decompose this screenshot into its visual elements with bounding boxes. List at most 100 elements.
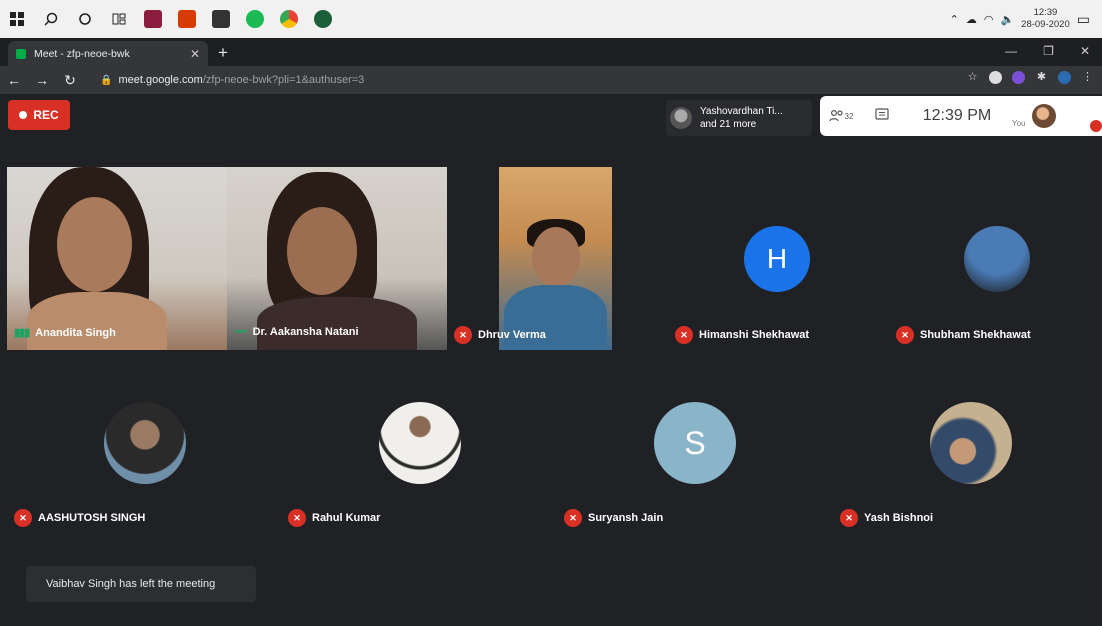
- back-icon[interactable]: ←: [0, 72, 28, 88]
- participant-avatar[interactable]: [379, 402, 461, 484]
- window-close-icon[interactable]: ✕: [1080, 44, 1090, 58]
- browser-toolbar: ← → ↻ 🔒 meet.google.com/zfp-neoe-bwk?pli…: [0, 66, 1102, 94]
- mic-off-icon: ✕: [564, 509, 582, 527]
- presenter-name: Yashovardhan Ti...: [700, 106, 783, 117]
- presenter-chip[interactable]: Yashovardhan Ti... and 21 more: [666, 100, 812, 136]
- extensions-row: ☆ ✱ ⋮: [966, 71, 1094, 84]
- spotify-icon[interactable]: [238, 0, 272, 38]
- browser-tab-strip: Meet - zfp-neoe-bwk ✕ + — ❐ ✕: [0, 38, 1102, 66]
- search-icon[interactable]: [34, 0, 68, 38]
- mic-off-icon: ✕: [454, 326, 472, 344]
- participant-name: Dhruv Verma: [478, 329, 546, 341]
- notifications-icon[interactable]: ▭: [1077, 11, 1090, 28]
- mic-off-icon: ✕: [288, 509, 306, 527]
- new-tab-icon[interactable]: +: [218, 43, 228, 63]
- audio-level-icon: ▮▮▮: [14, 327, 30, 339]
- puzzle-icon[interactable]: ✱: [1035, 71, 1048, 84]
- address-bar[interactable]: 🔒 meet.google.com/zfp-neoe-bwk?pli=1&aut…: [100, 70, 930, 90]
- chrome-icon[interactable]: [272, 0, 306, 38]
- meeting-clock: 12:39 PM: [922, 107, 992, 124]
- people-icon: [828, 110, 843, 122]
- star-icon[interactable]: ☆: [966, 71, 979, 84]
- participant-name-row: ✕ Yash Bishnoi: [840, 509, 933, 527]
- participant-name: Himanshi Shekhawat: [699, 329, 810, 341]
- participant-name-row: ▮▮▮ Anandita Singh: [14, 326, 116, 340]
- clock-date: 28-09-2020: [1021, 19, 1070, 30]
- menu-dots-icon[interactable]: ⋮: [1081, 71, 1094, 84]
- record-icon: [19, 111, 28, 119]
- mic-off-icon: ✕: [896, 326, 914, 344]
- recording-badge: REC: [8, 100, 70, 130]
- mic-off-icon: ✕: [14, 509, 32, 527]
- participant-initial: H: [766, 243, 788, 274]
- screen: ⌃ ☁ ◠ 🔈 12:39 28-09-2020 ▭ Meet - zfp-ne…: [0, 0, 1102, 626]
- people-count: 32: [844, 111, 854, 121]
- participant-avatar[interactable]: [104, 402, 186, 484]
- forward-icon[interactable]: →: [28, 72, 56, 88]
- minimize-icon[interactable]: —: [1005, 44, 1017, 58]
- participant-name-row: ✕ Suryansh Jain: [564, 509, 663, 527]
- app-icon[interactable]: [136, 0, 170, 38]
- more-dots-icon: •••: [235, 326, 247, 338]
- app-icon[interactable]: [306, 0, 340, 38]
- participant-name: Suryansh Jain: [588, 512, 664, 524]
- profile-avatar-icon[interactable]: [1058, 71, 1071, 84]
- participant-name-row: ✕ Himanshi Shekhawat: [675, 326, 809, 344]
- wifi-icon[interactable]: ◠: [984, 13, 994, 26]
- people-button[interactable]: 32: [820, 110, 862, 122]
- mic-off-icon: ✕: [675, 326, 693, 344]
- participant-avatar[interactable]: [930, 402, 1012, 484]
- cortana-icon[interactable]: [68, 0, 102, 38]
- participant-name: Anandita Singh: [35, 326, 116, 339]
- restore-icon[interactable]: ❐: [1043, 44, 1054, 58]
- chat-button[interactable]: [862, 107, 902, 125]
- extension-icon[interactable]: [989, 71, 1002, 84]
- participant-name: Shubham Shekhawat: [920, 329, 1031, 341]
- participant-tile-dhruv[interactable]: [499, 167, 612, 350]
- participant-avatar[interactable]: [964, 226, 1030, 292]
- windows-taskbar: ⌃ ☁ ◠ 🔈 12:39 28-09-2020 ▭: [0, 0, 1102, 38]
- lock-icon[interactable]: 🔒: [100, 75, 112, 86]
- presenter-more: and 21 more: [700, 119, 757, 130]
- participant-name-row: ✕ AASHUTOSH SINGH: [14, 509, 145, 527]
- mic-off-badge-icon: [1090, 120, 1102, 132]
- participant-tile-anandita[interactable]: [7, 167, 227, 350]
- participant-avatar[interactable]: H: [744, 226, 810, 292]
- participant-initial: S: [684, 424, 706, 461]
- rec-label: REC: [33, 108, 59, 122]
- tab-title: Meet - zfp-neoe-bwk: [34, 47, 130, 60]
- participant-name-row: ✕ Shubham Shekhawat: [896, 326, 1031, 344]
- meeting-top-right-bar: 32 12:39 PM You: [820, 96, 1102, 136]
- system-clock[interactable]: 12:39 28-09-2020: [1021, 7, 1070, 31]
- browser-tab[interactable]: Meet - zfp-neoe-bwk ✕: [8, 41, 208, 66]
- avatar: [670, 107, 692, 129]
- system-tray: ⌃ ☁ ◠ 🔈 12:39 28-09-2020 ▭: [950, 0, 1102, 38]
- self-avatar[interactable]: [1031, 104, 1056, 128]
- extension-icon[interactable]: [1012, 71, 1025, 84]
- url-host: meet.google.com: [118, 74, 203, 86]
- reload-icon[interactable]: ↻: [56, 72, 84, 89]
- app-icon[interactable]: [204, 0, 238, 38]
- office-icon[interactable]: [170, 0, 204, 38]
- participant-name: Rahul Kumar: [312, 512, 381, 524]
- windows-logo-icon[interactable]: [0, 0, 34, 38]
- cloud-icon[interactable]: ☁: [966, 13, 977, 26]
- participant-name-row: ✕ Dhruv Verma: [454, 326, 546, 344]
- participant-name: AASHUTOSH SINGH: [38, 512, 146, 524]
- participant-avatar[interactable]: S: [654, 402, 736, 484]
- participant-tile-aakansha[interactable]: [227, 167, 447, 350]
- chat-icon: [875, 107, 889, 120]
- window-controls: — ❐ ✕: [1005, 44, 1090, 58]
- meet-favicon-icon: [16, 48, 26, 59]
- task-view-icon[interactable]: [102, 0, 136, 38]
- participant-name-row: ••• Dr. Aakansha Natani: [235, 326, 359, 338]
- url-path: /zfp-neoe-bwk?pli=1&authuser=3: [202, 74, 365, 86]
- chevron-up-icon[interactable]: ⌃: [950, 13, 959, 26]
- close-icon[interactable]: ✕: [190, 47, 200, 61]
- volume-icon[interactable]: 🔈: [1000, 13, 1014, 26]
- left-meeting-toast: Vaibhav Singh has left the meeting: [26, 566, 256, 602]
- clock-time: 12:39: [1033, 7, 1058, 18]
- mic-off-icon: ✕: [840, 509, 858, 527]
- participant-name: Dr. Aakansha Natani: [252, 326, 359, 338]
- participant-name: Yash Bishnoi: [864, 512, 934, 524]
